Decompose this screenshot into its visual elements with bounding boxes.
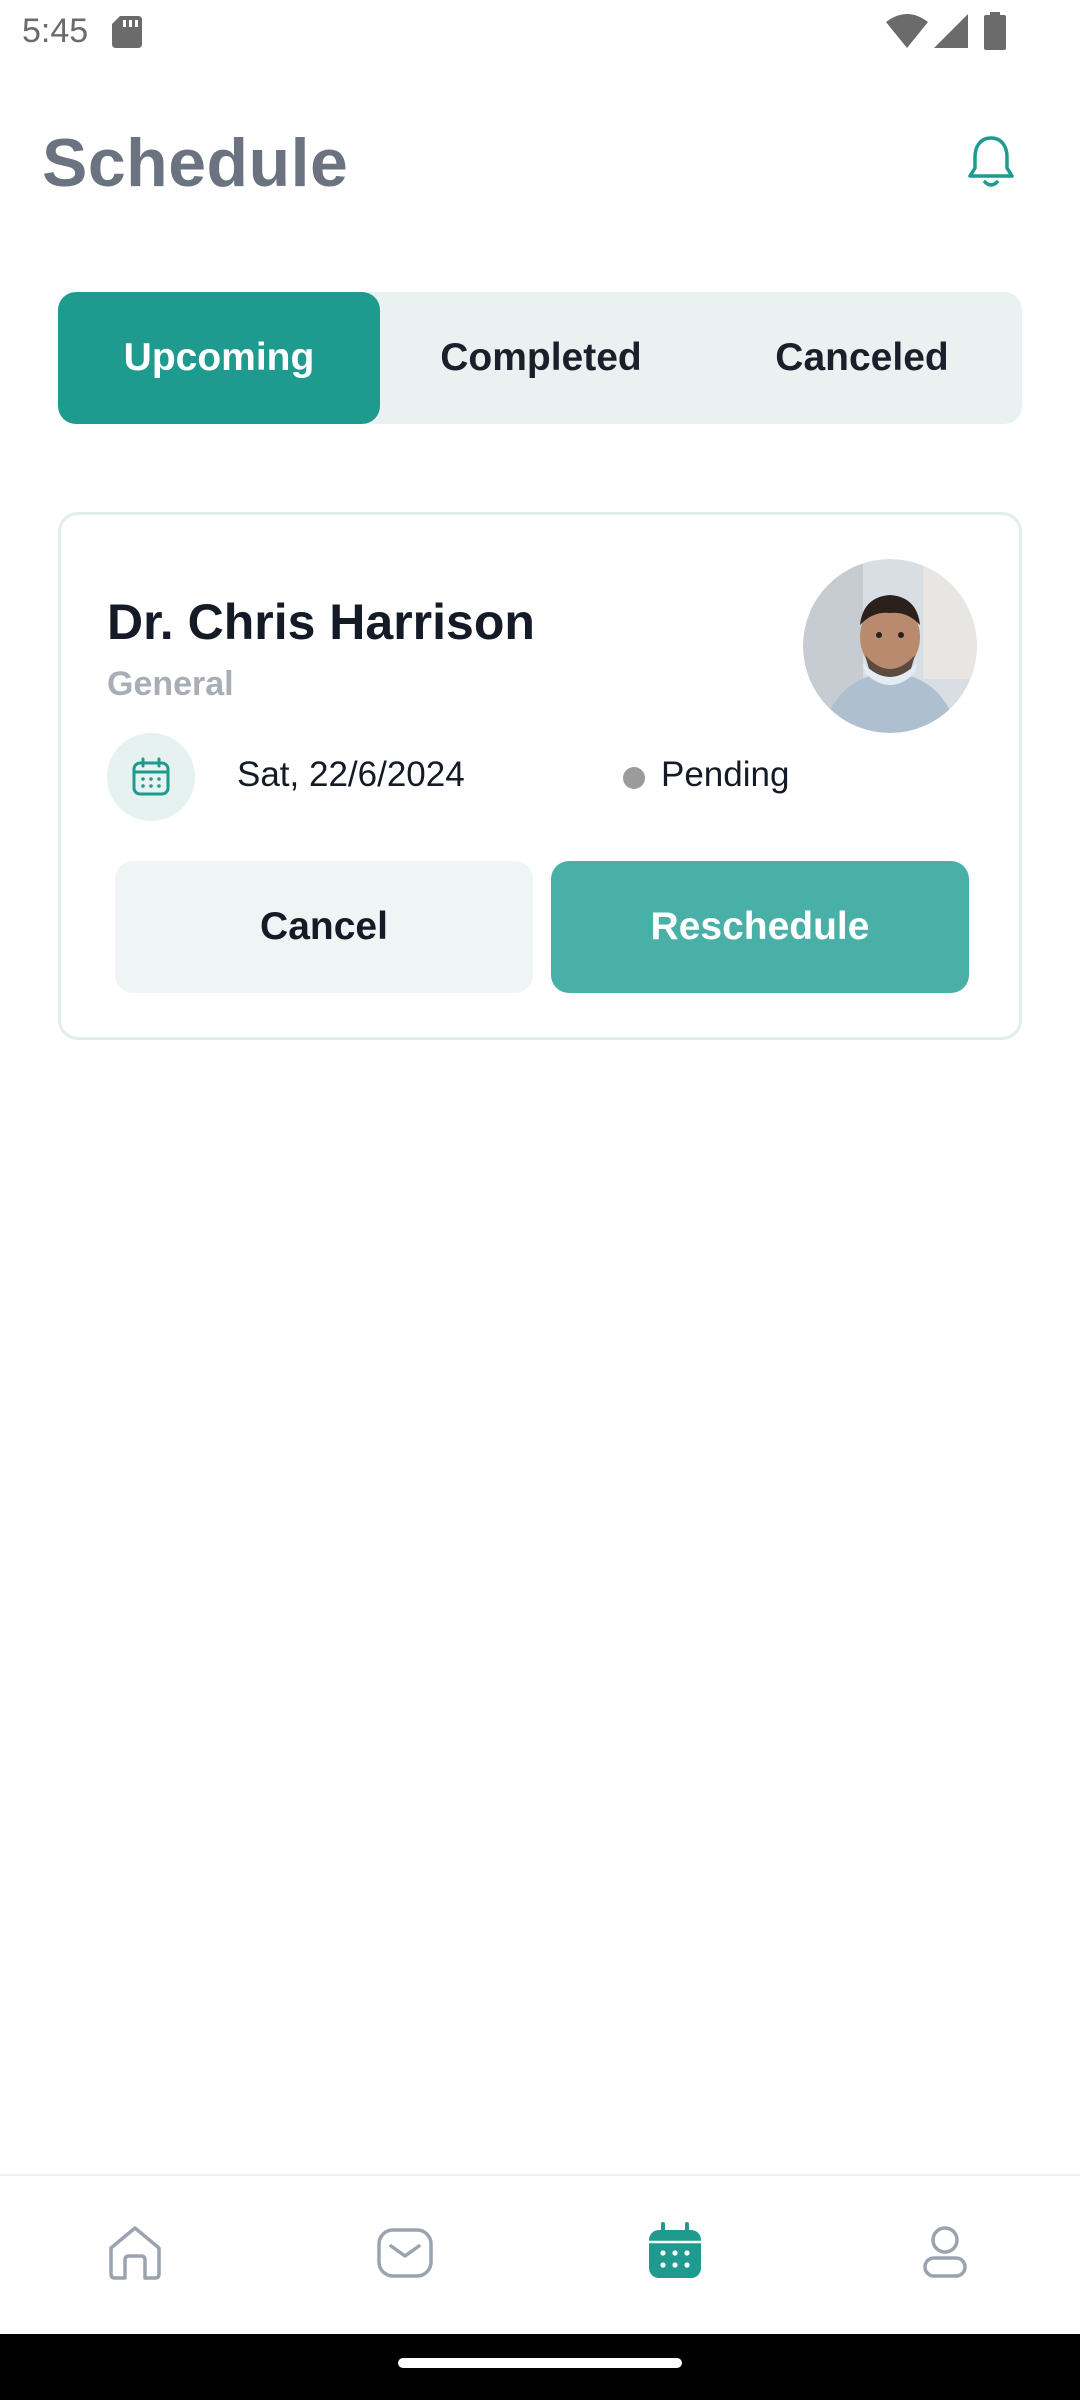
profile-icon[interactable]	[913, 2220, 977, 2284]
wifi-icon	[886, 14, 928, 48]
reschedule-button[interactable]: Reschedule	[551, 861, 969, 993]
screen: 5:45 Schedule Upcoming Completed Cancele…	[0, 0, 1080, 2400]
doctor-specialty: General	[107, 665, 234, 703]
doctor-name: Dr. Chris Harrison	[107, 594, 535, 650]
date-badge	[107, 733, 195, 821]
tab-completed[interactable]: Completed	[380, 292, 702, 424]
messages-icon[interactable]	[373, 2220, 437, 2284]
appointment-card: Dr. Chris Harrison General Sat, 22/6/202…	[58, 512, 1022, 1040]
cancel-button[interactable]: Cancel	[115, 861, 533, 993]
status-dot	[623, 767, 645, 789]
calendar-icon[interactable]	[643, 2220, 707, 2284]
schedule-tabs: Upcoming Completed Canceled	[58, 292, 1022, 424]
signal-icon	[934, 14, 968, 48]
appointment-date: Sat, 22/6/2024	[237, 755, 465, 794]
status-bar: 5:45	[0, 0, 1080, 64]
doctor-avatar	[803, 559, 977, 733]
home-icon[interactable]	[103, 2220, 167, 2284]
home-gesture-handle[interactable]	[398, 2358, 682, 2368]
bell-icon[interactable]	[960, 130, 1022, 192]
gesture-bar	[0, 2334, 1080, 2400]
tab-upcoming[interactable]: Upcoming	[58, 292, 380, 424]
tab-canceled[interactable]: Canceled	[702, 292, 1022, 424]
appointment-status: Pending	[661, 755, 790, 794]
bottom-nav	[0, 2174, 1080, 2334]
page-title: Schedule	[42, 125, 349, 201]
battery-icon	[984, 12, 1006, 50]
status-time: 5:45	[22, 12, 89, 50]
sd-card-icon	[112, 16, 142, 48]
calendar-icon	[132, 757, 170, 796]
